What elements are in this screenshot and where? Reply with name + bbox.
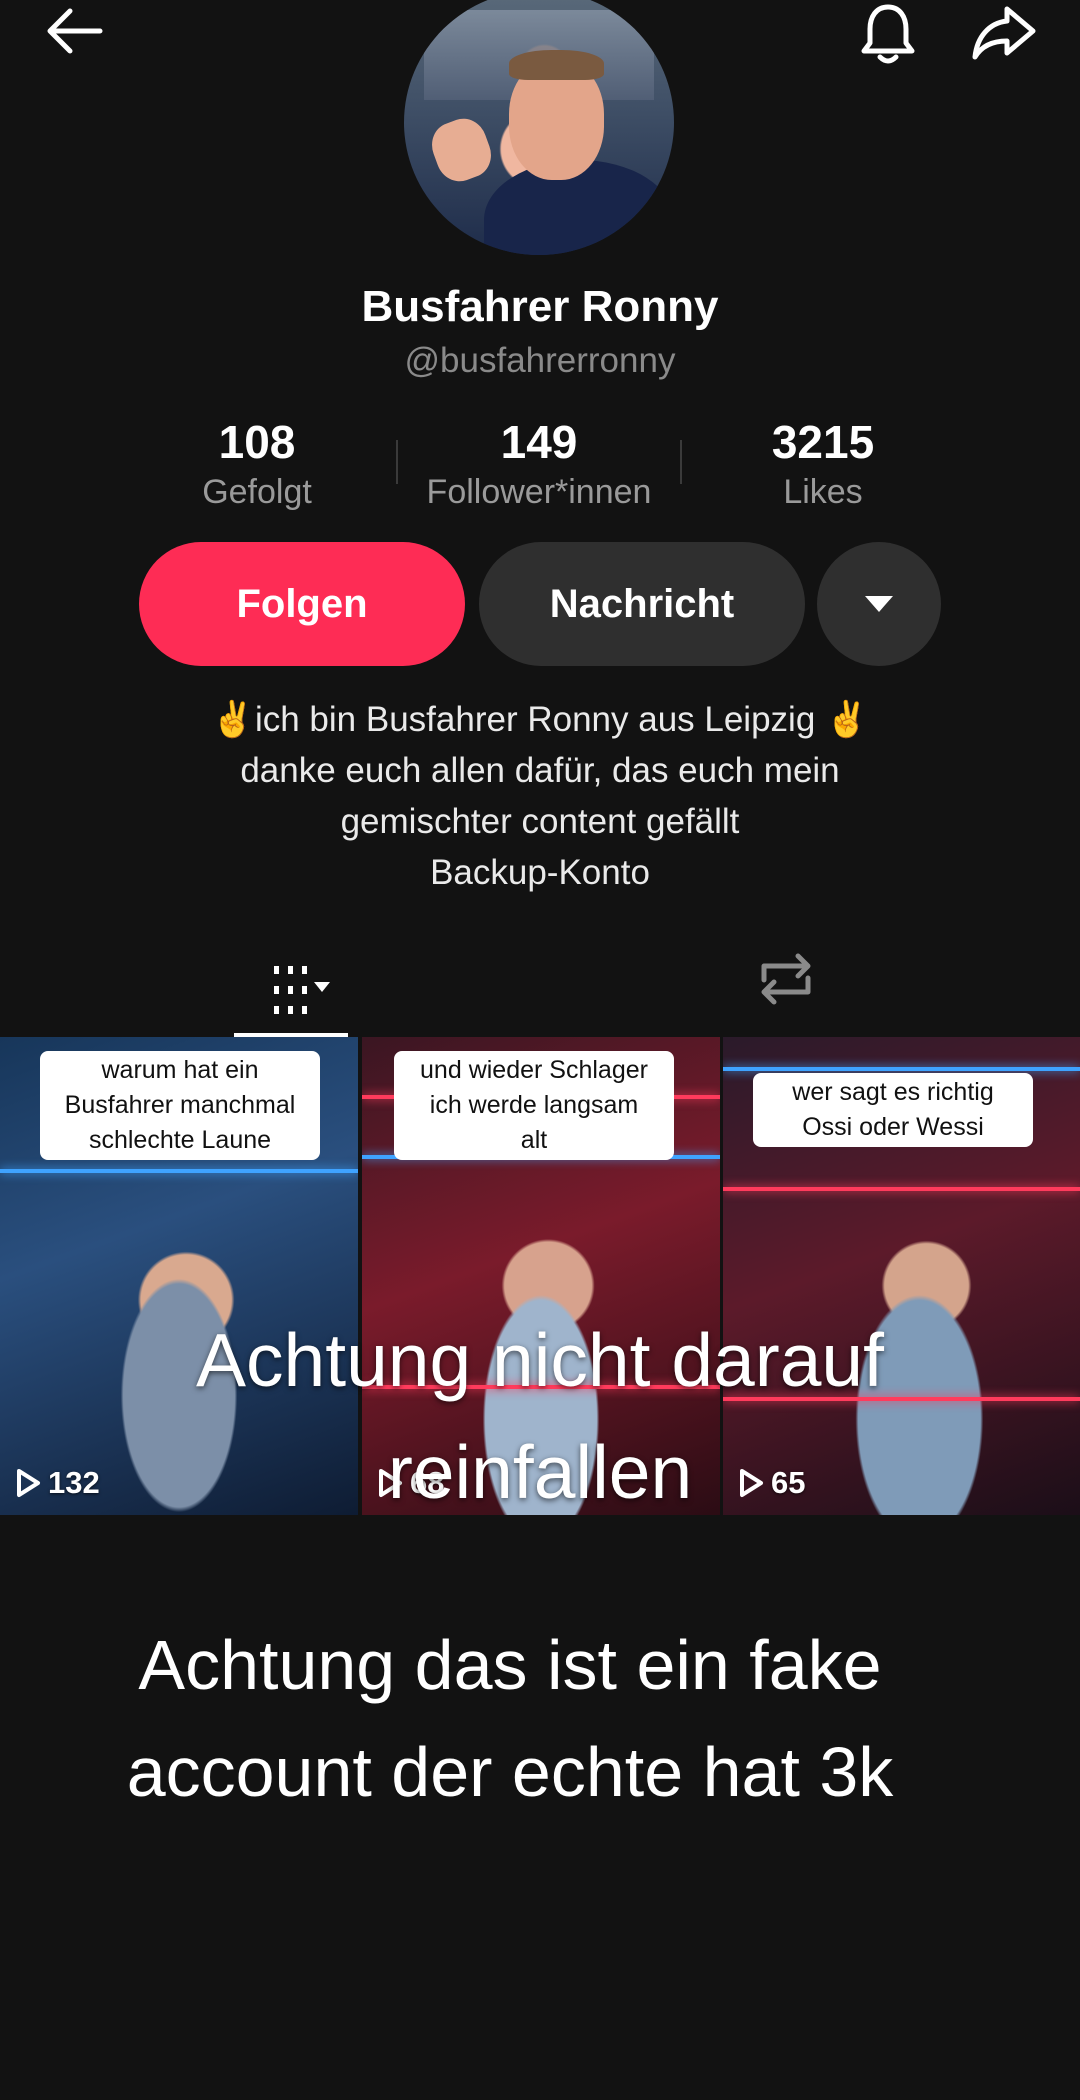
video-caption: und wieder Schlager ich werde langsam al… — [394, 1051, 674, 1160]
stat-divider — [680, 440, 682, 484]
caption-line: und wieder Schlager — [420, 1056, 648, 1084]
caption-line: Ossi oder Wessi — [802, 1113, 984, 1141]
stat-following-value: 108 — [218, 416, 296, 468]
caption-line: alt — [520, 1126, 548, 1154]
bio-line: gemischter content gefällt — [340, 802, 740, 841]
caption-line: Busfahrer manchmal — [64, 1091, 296, 1119]
caret-down-icon — [865, 596, 893, 612]
bio-line: danke euch allen dafür, das euch mein — [240, 751, 840, 790]
follow-button[interactable]: Folgen — [139, 542, 465, 666]
video-caption: wer sagt es richtig Ossi oder Wessi — [753, 1073, 1033, 1147]
overlay-text: Achtung nicht darauf reinfallen — [120, 1304, 960, 1528]
overlay-text: Achtung das ist ein fake account der ech… — [0, 1612, 1020, 1826]
stat-divider — [396, 440, 398, 484]
bio: ✌️ich bin Busfahrer Ronny aus Leipzig ✌️… — [0, 694, 1080, 898]
repost-icon — [761, 953, 811, 1005]
stat-followers-value: 149 — [500, 416, 578, 468]
share-arrow-icon — [972, 6, 1036, 60]
video-caption: warum hat ein Busfahrer manchmal schlech… — [40, 1051, 320, 1160]
share-button[interactable] — [958, 0, 1050, 66]
back-button[interactable] — [28, 0, 120, 62]
bio-line: ✌️ich bin Busfahrer Ronny aus Leipzig ✌️ — [211, 700, 869, 739]
overlay-line: Achtung nicht darauf — [196, 1318, 884, 1402]
grid-columns-icon — [274, 966, 330, 1014]
profile-handle: @busfahrerronny — [404, 341, 676, 380]
tab-reposts[interactable] — [744, 944, 828, 1014]
arrow-left-icon — [47, 8, 103, 54]
play-count-value: 132 — [48, 1465, 100, 1500]
stat-likes[interactable]: 3215 Likes — [693, 414, 953, 514]
tab-videos[interactable] — [234, 944, 344, 1036]
stat-following-label: Gefolgt — [202, 473, 312, 511]
more-options-button[interactable] — [817, 542, 941, 666]
caption-line: ich werde langsam — [429, 1091, 639, 1119]
message-button[interactable]: Nachricht — [479, 542, 805, 666]
stat-likes-value: 3215 — [771, 416, 875, 468]
notifications-button[interactable] — [846, 0, 930, 68]
play-count: 132 — [14, 1465, 100, 1501]
bell-icon — [861, 4, 915, 64]
caption-line: warum hat ein — [101, 1056, 259, 1084]
overlay-line: account der echte hat 3k — [126, 1733, 894, 1811]
stat-followers-label: Follower*innen — [426, 473, 652, 511]
avatar[interactable] — [404, 0, 674, 255]
profile-name: Busfahrer Ronny — [361, 282, 719, 331]
overlay-line: Achtung das ist ein fake — [138, 1626, 882, 1704]
stat-followers[interactable]: 149 Follower*innen — [409, 414, 669, 514]
caption-line: schlechte Laune — [88, 1126, 272, 1154]
overlay-line: reinfallen — [387, 1430, 693, 1514]
play-icon — [17, 1469, 40, 1497]
bio-line: Backup-Konto — [430, 853, 650, 892]
stat-likes-label: Likes — [783, 473, 863, 511]
stat-following[interactable]: 108 Gefolgt — [127, 414, 387, 514]
caption-line: wer sagt es richtig — [792, 1078, 994, 1106]
